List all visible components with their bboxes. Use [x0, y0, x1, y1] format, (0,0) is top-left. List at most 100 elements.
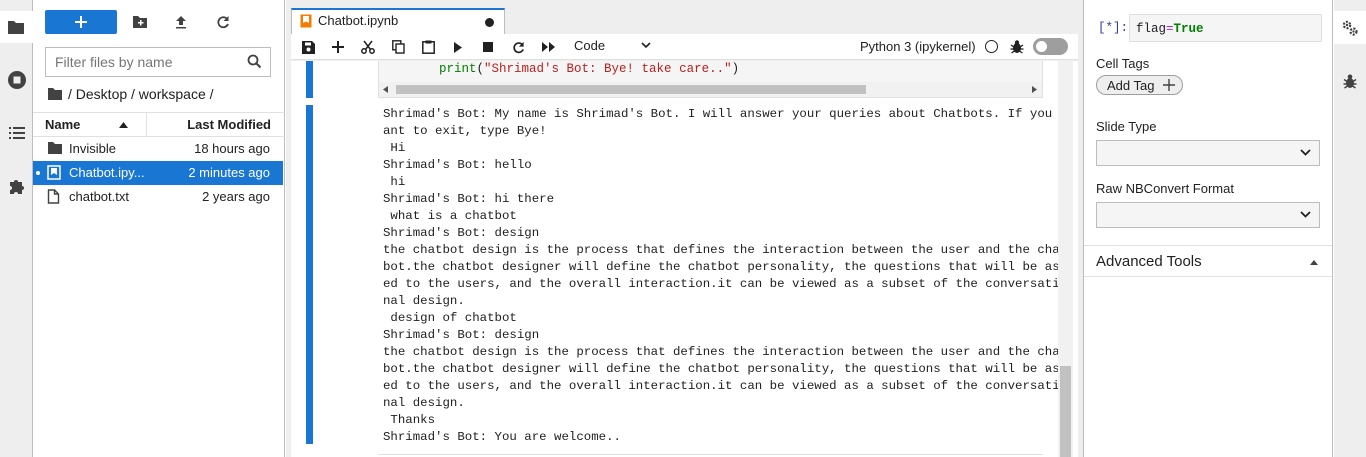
bug-icon	[1343, 73, 1357, 89]
file-list-header: Name Last Modified	[33, 112, 285, 137]
chevron-down-icon	[1300, 149, 1311, 156]
file-modified: 2 years ago	[202, 189, 270, 204]
insert-cell-button[interactable]	[329, 38, 347, 56]
file-modified: 2 minutes ago	[188, 165, 270, 180]
interrupt-kernel-button[interactable]	[479, 38, 497, 56]
plus-icon	[1163, 79, 1175, 91]
slide-type-label: Slide Type	[1096, 119, 1157, 134]
cell-output: Shrimad's Bot: My name is Shrimad's Bot.…	[383, 106, 1068, 446]
cut-cell-button[interactable]	[359, 38, 377, 56]
new-folder-button[interactable]	[130, 12, 150, 32]
output-line: Shrimad's Bot: My name is Shrimad's Bot.…	[383, 107, 1068, 121]
slide-type-select[interactable]	[1096, 140, 1320, 166]
save-icon	[301, 40, 315, 54]
file-browser-tab[interactable]	[0, 11, 33, 43]
document-tab-bar: Chatbot.ipynb	[286, 0, 1083, 34]
sort-ascending-icon	[119, 122, 128, 128]
file-modified: 18 hours ago	[194, 141, 270, 156]
add-tag-button[interactable]: Add Tag	[1096, 75, 1183, 95]
stop-icon	[483, 42, 493, 52]
save-button[interactable]	[299, 38, 317, 56]
output-line: Thanks	[383, 413, 436, 427]
file-row-chatbot-txt[interactable]: chatbot.txt 2 years ago	[33, 185, 283, 209]
modified-column-header[interactable]: Last Modified	[187, 117, 271, 132]
scroll-left-icon[interactable]	[383, 86, 388, 93]
file-icon	[47, 189, 60, 204]
vertical-scrollbar[interactable]	[1058, 61, 1073, 457]
raw-nbconvert-format-select[interactable]	[1096, 202, 1320, 228]
upload-button[interactable]	[171, 12, 191, 32]
code-cell-editor[interactable]: print("Shrimad's Bot: Bye! take care..")	[378, 61, 1043, 98]
output-line: Shrimad's Bot: design	[383, 328, 540, 342]
home-folder-icon[interactable]	[47, 87, 63, 101]
fast-forward-icon	[541, 42, 555, 52]
column-divider[interactable]	[146, 113, 147, 136]
kernel-name[interactable]: Python 3 (ipykernel)	[860, 39, 976, 54]
notebook-toolbar: Code Python 3 (ipykernel)	[291, 34, 1078, 60]
output-line: Shrimad's Bot: hi there	[383, 192, 555, 206]
run-cell-button[interactable]	[449, 38, 467, 56]
output-line: nal design.	[383, 396, 465, 410]
extension-manager-tab[interactable]	[0, 170, 33, 202]
restart-kernel-button[interactable]	[509, 38, 527, 56]
cell-type-select[interactable]: Code	[574, 38, 605, 53]
notebook-content: print("Shrimad's Bot: Bye! take care..")…	[291, 61, 1078, 457]
chevron-down-icon	[641, 42, 651, 49]
running-sessions-tab[interactable]	[0, 64, 33, 96]
property-inspector: [*]: flag=True Cell Tags Add Tag Slide T…	[1083, 0, 1333, 457]
caret-up-icon	[1310, 260, 1318, 265]
folder-icon	[47, 141, 63, 155]
cell-metadata-editor[interactable]: flag=True	[1129, 14, 1322, 42]
tab-chatbot-notebook[interactable]: Chatbot.ipynb	[291, 8, 505, 34]
output-line: the chatbot design is the process that d…	[383, 243, 1068, 257]
code-line: print("Shrimad's Bot: Bye! take care..")	[439, 62, 740, 76]
scrollbar-thumb[interactable]	[396, 85, 866, 94]
file-row-invisible[interactable]: Invisible 18 hours ago	[33, 137, 283, 161]
name-column-header[interactable]: Name	[45, 117, 80, 132]
output-line: Shrimad's Bot: You are welcome..	[383, 430, 621, 444]
execution-prompt: [*]:	[1098, 21, 1129, 35]
output-line: bot.the chatbot designer will define the…	[383, 362, 1068, 376]
restart-run-all-button[interactable]	[539, 38, 557, 56]
output-collapser[interactable]	[306, 105, 313, 444]
file-filter	[45, 47, 271, 77]
scissors-icon	[361, 40, 375, 54]
output-line: ed to the users, and the overall interac…	[383, 379, 1068, 393]
table-of-contents-tab[interactable]	[0, 117, 33, 149]
file-filter-input[interactable]	[55, 54, 245, 70]
file-name: Chatbot.ipy...	[69, 165, 145, 180]
paste-icon	[421, 40, 435, 54]
debugger-tab[interactable]	[1334, 64, 1366, 97]
upload-icon	[174, 15, 188, 29]
refresh-icon	[216, 15, 230, 29]
advanced-tools-label: Advanced Tools	[1096, 253, 1202, 270]
file-browser-panel: / Desktop / workspace / Name Last Modifi…	[33, 0, 285, 457]
copy-icon	[391, 40, 405, 54]
file-row-chatbot-notebook[interactable]: Chatbot.ipy... 2 minutes ago	[33, 161, 283, 185]
output-line: Shrimad's Bot: hello	[383, 158, 532, 172]
list-icon	[8, 125, 26, 141]
scroll-right-icon[interactable]	[1032, 86, 1037, 93]
notebook-icon	[47, 165, 61, 180]
input-collapser[interactable]	[306, 61, 313, 98]
breadcrumb-path[interactable]: / Desktop / workspace /	[68, 86, 214, 102]
new-folder-icon	[132, 15, 148, 29]
copy-cell-button[interactable]	[389, 38, 407, 56]
output-line: ant to exit, type Bye!	[383, 124, 547, 138]
add-tag-label: Add Tag	[1107, 78, 1155, 93]
property-inspector-tab[interactable]	[1334, 11, 1366, 44]
output-line: hi	[383, 175, 406, 189]
bug-icon[interactable]	[1010, 39, 1024, 54]
debugger-toggle[interactable]	[1033, 38, 1068, 55]
horizontal-scrollbar[interactable]	[379, 82, 1042, 97]
scrollbar-thumb[interactable]	[1060, 366, 1071, 457]
new-launcher-button[interactable]	[45, 10, 117, 34]
folder-icon	[7, 19, 25, 35]
cell-tags-label: Cell Tags	[1096, 56, 1150, 71]
paste-cell-button[interactable]	[419, 38, 437, 56]
notebook-icon	[300, 14, 312, 28]
kernel-status-indicator	[985, 40, 998, 53]
refresh-button[interactable]	[213, 12, 233, 32]
unsaved-changes-indicator[interactable]	[485, 18, 494, 27]
advanced-tools-toggle[interactable]: Advanced Tools	[1084, 245, 1332, 277]
